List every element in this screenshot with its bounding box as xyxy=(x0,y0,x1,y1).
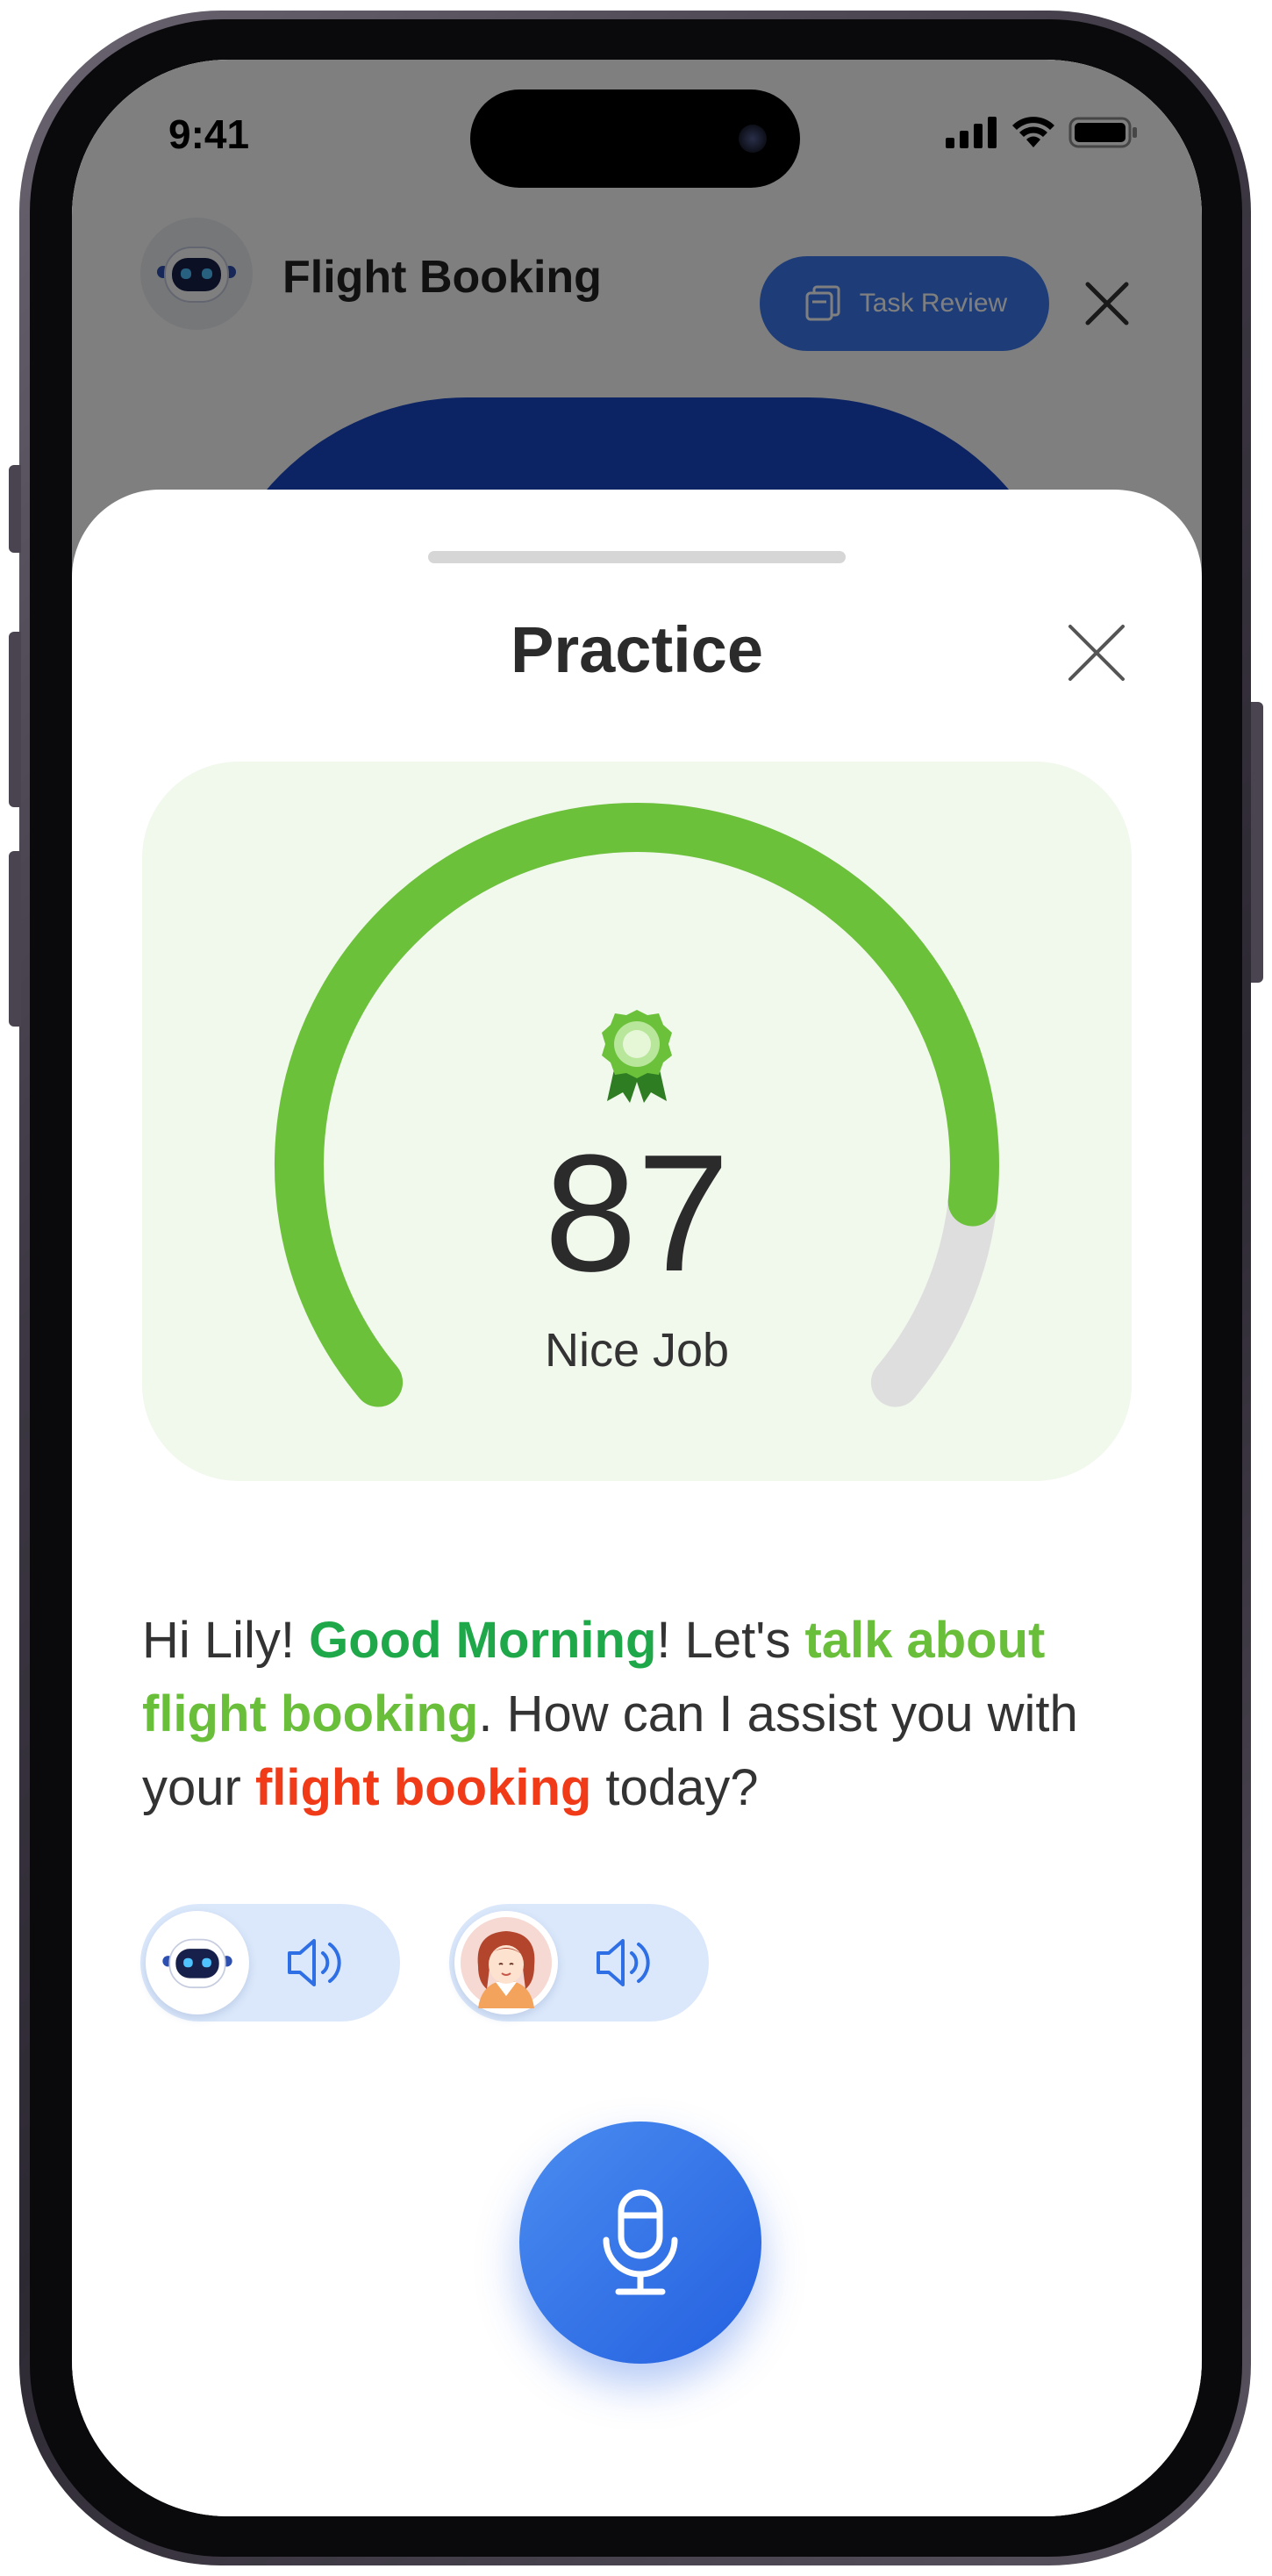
speaker-icon xyxy=(288,1939,341,1986)
robot-avatar xyxy=(146,1911,249,2014)
score-card: 87 Nice Job xyxy=(142,762,1132,1481)
practice-sheet: Practice 87 Nice Job Hi Lily! Good Morni… xyxy=(72,490,1202,2516)
sheet-title: Practice xyxy=(511,613,763,686)
dynamic-island xyxy=(470,89,800,188)
assistant-message: Hi Lily! Good Morning! Let's talk about … xyxy=(142,1604,1142,1825)
message-text: today? xyxy=(591,1759,759,1816)
message-text: ! Let's xyxy=(656,1612,805,1669)
side-button xyxy=(9,851,21,1027)
speaker-icon xyxy=(597,1939,650,1986)
drag-handle[interactable] xyxy=(428,551,846,563)
highlight-phrase: flight booking xyxy=(254,1759,592,1816)
camera xyxy=(739,125,767,153)
award-badge-icon xyxy=(602,1010,672,1103)
side-button xyxy=(1251,702,1263,983)
highlight-phrase: Good Morning xyxy=(309,1612,657,1669)
microphone-icon xyxy=(603,2189,678,2295)
side-button xyxy=(9,632,21,807)
play-user-audio-button[interactable] xyxy=(449,1904,709,2021)
side-button xyxy=(9,465,21,553)
screen: 9:41 xyxy=(72,60,1202,2516)
close-icon[interactable] xyxy=(1065,621,1128,684)
record-button[interactable] xyxy=(519,2122,761,2364)
score-value: 87 xyxy=(544,1120,730,1306)
girl-avatar xyxy=(454,1911,558,2014)
score-label: Nice Job xyxy=(544,1324,730,1377)
message-text: Hi Lily! xyxy=(142,1612,310,1669)
play-assistant-audio-button[interactable] xyxy=(140,1904,400,2021)
